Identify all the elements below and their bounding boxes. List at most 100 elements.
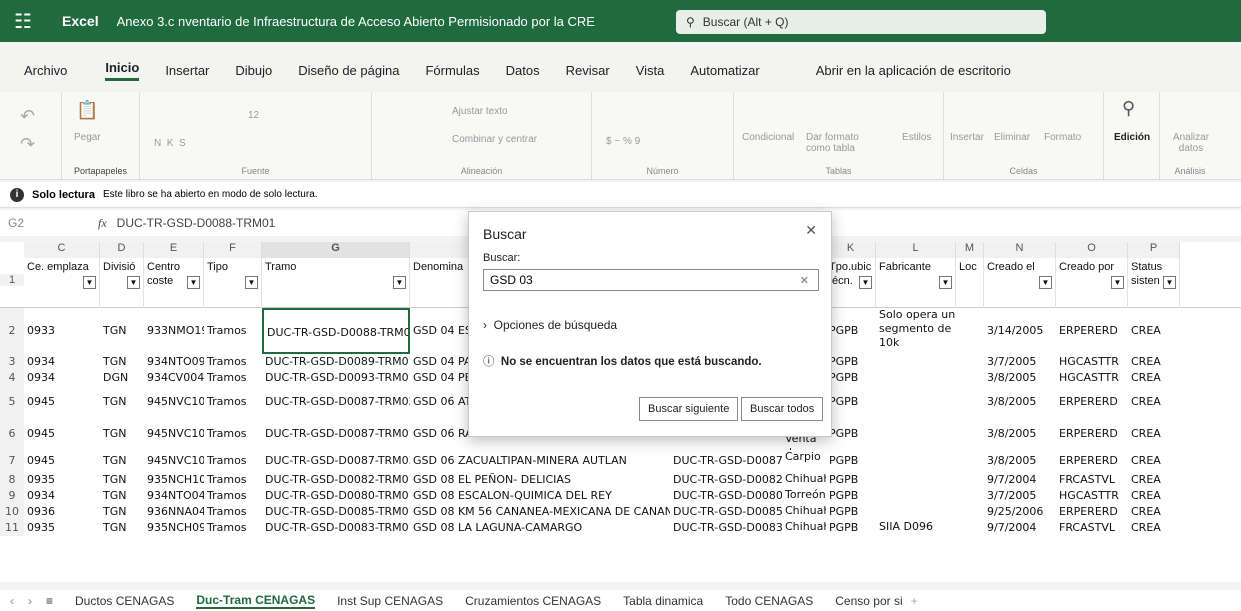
table-cell[interactable]: DUC-TR-GSD-D0085-TRM01 — [262, 504, 410, 520]
tab-diseno-pagina[interactable]: Diseño de página — [298, 63, 399, 78]
row-number[interactable]: 11 — [0, 520, 24, 536]
table-row[interactable]: 11 0935 TGN 935NCH09 Tramos DUC-TR-GSD-D0083-… — [0, 520, 1241, 536]
column-header-e[interactable]: E — [144, 242, 204, 258]
previous-sheet-icon[interactable]: ‹ — [10, 594, 14, 608]
table-cell[interactable]: DUC-TR-GSD-D0087-TRM03 — [262, 450, 410, 472]
editing-button[interactable]: Edición — [1114, 132, 1150, 143]
table-cell[interactable]: FRCASTVL — [1056, 520, 1128, 536]
header-cell[interactable]: Creado el ▼ — [984, 258, 1056, 308]
table-cell[interactable]: 3/7/2005 — [984, 488, 1056, 504]
add-sheet-icon[interactable]: + — [911, 594, 918, 608]
merge-center-button[interactable]: Combinar y centrar — [452, 134, 537, 145]
table-cell[interactable]: GSD 06 ZACUALTIPAN-MINERA AUTLAN — [410, 450, 670, 472]
name-box[interactable]: G2 — [8, 216, 98, 230]
sheet-tab-todo[interactable]: Todo CENAGAS — [725, 594, 813, 608]
table-cell[interactable]: PGPB — [826, 488, 876, 504]
row-number[interactable]: 1 — [0, 274, 24, 286]
sheet-tab-inst-sup[interactable]: Inst Sup CENAGAS — [337, 594, 443, 608]
wrap-text-button[interactable]: Ajustar texto — [452, 106, 508, 117]
table-cell[interactable]: 935NCH09 — [144, 520, 204, 536]
table-cell[interactable] — [876, 450, 956, 472]
table-cell[interactable]: GSD 08 KM 56 CANANEA-MEXICANA DE CANANE — [410, 504, 670, 520]
table-cell[interactable]: 0945 — [24, 386, 100, 418]
table-cell[interactable]: Tramos — [204, 488, 262, 504]
header-cell[interactable]: Status sisten ▼ — [1128, 258, 1180, 308]
next-sheet-icon[interactable]: › — [28, 594, 32, 608]
find-next-button[interactable]: Buscar siguiente — [639, 397, 739, 421]
table-cell[interactable]: GSD 08 ESCALON-QUIMICA DEL REY — [410, 488, 670, 504]
table-cell[interactable]: 934NTO09 — [144, 354, 204, 370]
header-cell[interactable]: Creado por ▼ — [1056, 258, 1128, 308]
table-cell[interactable]: DUC-TR-GSD-D0087-TRM01 — [262, 418, 410, 450]
open-desktop-app-button[interactable]: Abrir en la aplicación de escritorio — [816, 63, 1011, 78]
font-size-box[interactable]: 12 — [248, 110, 259, 121]
table-cell[interactable]: HGCASTTR — [1056, 488, 1128, 504]
table-cell[interactable] — [876, 488, 956, 504]
styles-button[interactable]: Estilos — [902, 132, 931, 143]
table-cell[interactable]: 0936 — [24, 504, 100, 520]
table-cell[interactable]: CREA — [1128, 386, 1180, 418]
redo-icon[interactable]: ↷ — [20, 134, 35, 155]
table-cell[interactable]: CREA — [1128, 308, 1180, 354]
tab-dibujo[interactable]: Dibujo — [235, 63, 272, 78]
table-cell[interactable]: 0933 — [24, 308, 100, 354]
filter-dropdown-icon[interactable]: ▼ — [245, 276, 258, 289]
table-cell[interactable]: TGN — [100, 472, 144, 488]
table-cell[interactable] — [876, 504, 956, 520]
tab-insertar[interactable]: Insertar — [165, 63, 209, 78]
table-cell[interactable]: 934NTO04 — [144, 488, 204, 504]
header-cell[interactable]: Loc — [956, 258, 984, 308]
row-number[interactable]: 9 — [0, 488, 24, 504]
number-format-icons[interactable]: $ ~ % 9 — [606, 136, 640, 147]
tab-automatizar[interactable]: Automatizar — [690, 63, 759, 78]
table-cell[interactable]: 945NVC10 — [144, 450, 204, 472]
filter-dropdown-icon[interactable]: ▼ — [127, 276, 140, 289]
row-number[interactable]: 7 — [0, 450, 24, 472]
table-cell[interactable]: Carpio — [782, 450, 826, 472]
table-cell[interactable]: TGN — [100, 488, 144, 504]
column-header-m[interactable]: M — [956, 242, 984, 258]
table-cell[interactable]: PGPB — [826, 520, 876, 536]
header-cell[interactable]: Centro coste ▼ — [144, 258, 204, 308]
table-cell[interactable]: DUC-TR-GSD-D0085-TRM01 — [670, 504, 782, 520]
table-cell[interactable]: 3/8/2005 — [984, 450, 1056, 472]
filter-dropdown-icon[interactable]: ▼ — [1163, 276, 1176, 289]
header-cell[interactable]: Tramo ▼ — [262, 258, 410, 308]
find-input[interactable] — [483, 269, 819, 291]
sheet-tab-cruzamientos[interactable]: Cruzamientos CENAGAS — [465, 594, 601, 608]
table-cell[interactable] — [876, 418, 956, 450]
table-row[interactable]: 7 0945 TGN 945NVC10 Tramos DUC-TR-GSD-D0087-T… — [0, 450, 1241, 472]
table-cell[interactable]: Tramos — [204, 370, 262, 386]
table-cell[interactable]: CREA — [1128, 472, 1180, 488]
table-cell[interactable]: GSD 08 EL PEÑON- DELICIAS — [410, 472, 670, 488]
table-cell[interactable]: Tramos — [204, 472, 262, 488]
column-header-k[interactable]: K — [826, 242, 876, 258]
table-cell[interactable]: Tramos — [204, 450, 262, 472]
table-cell[interactable] — [876, 386, 956, 418]
table-cell[interactable]: ERPERERD — [1056, 308, 1128, 354]
table-cell[interactable]: DUC-TR-GSD-D0080-TRM01 — [262, 488, 410, 504]
sheet-tab-tabla-dinamica[interactable]: Tabla dinamica — [623, 594, 703, 608]
table-cell[interactable]: 934CV004 — [144, 370, 204, 386]
find-icon[interactable]: ⚲ — [1122, 98, 1135, 119]
document-title[interactable]: Anexo 3.c nventario de Infraestructura d… — [117, 14, 595, 29]
search-options-toggle[interactable]: › Opciones de búsqueda — [483, 318, 617, 332]
table-cell[interactable]: 9/25/2006 — [984, 504, 1056, 520]
table-cell[interactable]: CREA — [1128, 520, 1180, 536]
column-header-f[interactable]: F — [204, 242, 262, 258]
table-cell[interactable]: 0935 — [24, 472, 100, 488]
table-cell[interactable]: Tramos — [204, 354, 262, 370]
row-number[interactable]: 10 — [0, 504, 24, 520]
table-cell[interactable]: Tramos — [204, 504, 262, 520]
filter-dropdown-icon[interactable]: ▼ — [1039, 276, 1052, 289]
table-cell[interactable]: 935NCH10 — [144, 472, 204, 488]
table-cell[interactable]: Tramos — [204, 520, 262, 536]
table-cell[interactable]: Tramos — [204, 418, 262, 450]
sheet-tab-duc-tram[interactable]: Duc-Tram CENAGAS — [196, 593, 316, 609]
table-cell[interactable]: ERPERERD — [1056, 418, 1128, 450]
tab-vista[interactable]: Vista — [636, 63, 665, 78]
table-cell[interactable]: 0934 — [24, 354, 100, 370]
table-cell[interactable]: DUC-TR-GSD-D0089-TRM01 — [262, 354, 410, 370]
table-cell[interactable]: 9/7/2004 — [984, 520, 1056, 536]
table-row[interactable]: 10 0936 TGN 936NNA04 Tramos DUC-TR-GSD-D0085-… — [0, 504, 1241, 520]
